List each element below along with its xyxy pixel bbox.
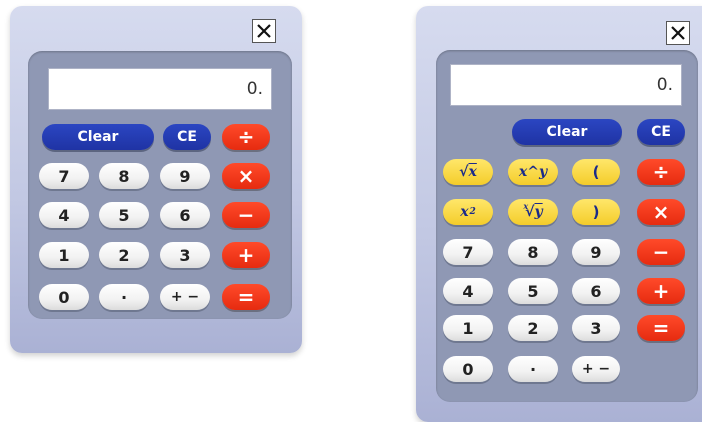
sci-equals-button[interactable]: = xyxy=(637,315,685,341)
basic-key-1[interactable]: 1 xyxy=(39,242,89,268)
scientific-close-button[interactable] xyxy=(666,21,690,45)
open-paren-button[interactable]: ( xyxy=(572,159,620,185)
sci-sign-button[interactable]: + − xyxy=(572,356,620,382)
basic-multiply-button[interactable]: × xyxy=(222,163,270,189)
sci-key-8[interactable]: 8 xyxy=(508,239,558,265)
sci-key-2[interactable]: 2 xyxy=(508,315,558,341)
x-squared-button[interactable]: x2 xyxy=(443,199,493,225)
basic-key-5[interactable]: 5 xyxy=(99,202,149,228)
sci-key-3[interactable]: 3 xyxy=(572,315,620,341)
basic-sign-button[interactable]: + − xyxy=(160,284,210,310)
basic-subtract-button[interactable]: − xyxy=(222,202,270,228)
basic-key-0[interactable]: 0 xyxy=(39,284,89,310)
basic-equals-button[interactable]: = xyxy=(222,284,270,310)
basic-key-6[interactable]: 6 xyxy=(160,202,210,228)
sci-key-4[interactable]: 4 xyxy=(443,278,493,304)
basic-key-3[interactable]: 3 xyxy=(160,242,210,268)
sci-add-button[interactable]: + xyxy=(637,278,685,304)
sci-ce-button[interactable]: CE xyxy=(637,119,685,145)
basic-key-9[interactable]: 9 xyxy=(160,163,210,189)
sci-key-1[interactable]: 1 xyxy=(443,315,493,341)
basic-divide-button[interactable]: ÷ xyxy=(222,124,270,150)
basic-calculator: 0. Clear CE ÷ 7 8 9 × 4 5 6 − 1 2 3 + 0 … xyxy=(10,6,302,353)
sci-clear-button[interactable]: Clear xyxy=(512,119,622,145)
sci-key-0[interactable]: 0 xyxy=(443,356,493,382)
sci-divide-button[interactable]: ÷ xyxy=(637,159,685,185)
basic-clear-button[interactable]: Clear xyxy=(42,124,154,150)
basic-key-2[interactable]: 2 xyxy=(99,242,149,268)
close-x-icon xyxy=(671,26,685,40)
basic-ce-button[interactable]: CE xyxy=(163,124,211,150)
sci-subtract-button[interactable]: − xyxy=(637,239,685,265)
sci-decimal-button[interactable]: · xyxy=(508,356,558,382)
nth-root-button[interactable]: x √ y xyxy=(508,199,558,225)
sci-key-7[interactable]: 7 xyxy=(443,239,493,265)
basic-decimal-button[interactable]: · xyxy=(99,284,149,310)
sci-multiply-button[interactable]: × xyxy=(637,199,685,225)
basic-key-4[interactable]: 4 xyxy=(39,202,89,228)
x-pow-y-button[interactable]: x^y xyxy=(508,159,558,185)
basic-key-8[interactable]: 8 xyxy=(99,163,149,189)
basic-display: 0. xyxy=(48,68,272,110)
basic-add-button[interactable]: + xyxy=(222,242,270,268)
sci-key-6[interactable]: 6 xyxy=(572,278,620,304)
basic-close-button[interactable] xyxy=(252,19,276,43)
close-x-icon xyxy=(257,24,271,38)
scientific-display: 0. xyxy=(450,64,682,106)
sci-key-5[interactable]: 5 xyxy=(508,278,558,304)
basic-key-7[interactable]: 7 xyxy=(39,163,89,189)
close-paren-button[interactable]: ) xyxy=(572,199,620,225)
scientific-calculator: 0. Clear CE √ x x^y ( ÷ x2 x √ y ) × 7 8 9 … xyxy=(416,6,702,422)
sqrt-x-button[interactable]: √ x xyxy=(443,159,493,185)
sci-key-9[interactable]: 9 xyxy=(572,239,620,265)
